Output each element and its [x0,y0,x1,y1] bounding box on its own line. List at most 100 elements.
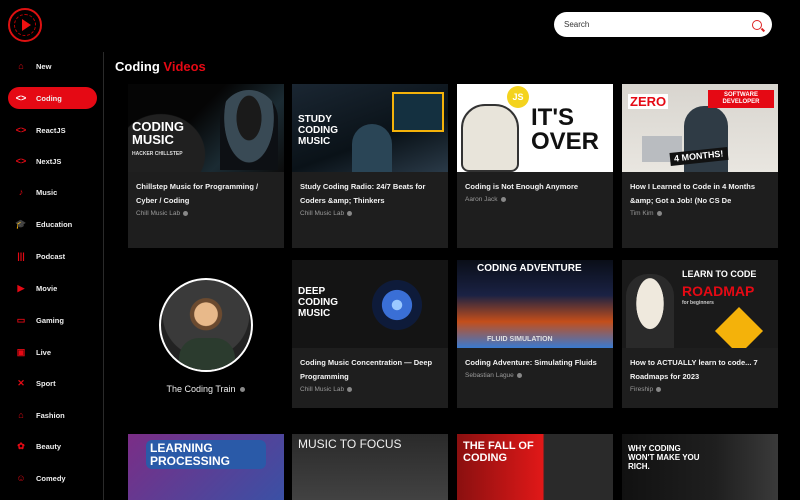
verified-icon [347,211,353,216]
sidebar-item-label: Podcast [36,251,66,261]
sidebar-item-label: Sport [36,378,56,388]
sidebar-item-new[interactable]: ⌂ New [8,55,97,77]
thumb-title: ZERO [628,94,669,109]
sidebar: ⌂ New <> Coding <> ReactJS <> NextJS ♪ Music 🎓 Educ… [0,52,104,500]
channel-name: Aaron Jack [465,196,498,203]
channel-name: Fireship [630,386,654,393]
video-channel[interactable]: Aaron Jack [465,196,605,203]
sidebar-item-beauty[interactable]: ✿ Beauty [8,435,97,457]
video-channel[interactable]: Chill Music Lab [136,210,276,217]
code-icon: <> [15,156,27,166]
video-card[interactable]: JS IT'S OVER Coding is Not Enough Anymor… [457,84,613,248]
thumb-title: DEEP CODING MUSIC [298,286,338,319]
video-thumbnail[interactable]: LEARNING PROCESSING [128,434,284,500]
channel-card-name[interactable]: The Coding Train [127,384,284,394]
home-icon: ⌂ [18,61,24,71]
search-input[interactable] [564,20,752,29]
thumb-subtitle: ROADMAP [682,283,755,299]
video-card[interactable]: CODING MUSIC HACKER CHILLSTEP Chillstep … [128,84,284,248]
channel-card[interactable]: The Coding Train [127,258,284,408]
video-channel[interactable]: Fireship [630,386,770,393]
live-tv-icon: ▣ [16,346,26,357]
sport-icon: ✕ [17,377,25,388]
music-note-icon: ♪ [18,187,24,197]
sidebar-item-education[interactable]: 🎓 Education [8,213,97,235]
search-bar[interactable] [554,12,772,37]
thumb-title: WHY CODING WON'T MAKE YOU RICH. [628,444,700,472]
video-card[interactable]: THE FALL OF CODING [457,434,613,500]
sidebar-item-fashion[interactable]: ⌂ Fashion [8,404,97,426]
sidebar-item-live[interactable]: ▣ Live [8,341,97,363]
video-title[interactable]: Coding Adventure: Simulating Fluids [465,356,605,370]
movie-icon: ▶ [17,282,25,293]
video-channel[interactable]: Chill Music Lab [300,210,440,217]
thumb-subtitle: FLUID SIMULATION [487,336,553,343]
video-card[interactable]: LEARN TO CODE ROADMAP for beginners How … [622,260,778,408]
search-icon[interactable] [752,19,762,30]
video-title[interactable]: Coding is Not Enough Anymore [465,180,605,194]
video-thumbnail[interactable]: DEEP CODING MUSIC [292,260,448,348]
channel-name: Sebastian Lague [465,372,514,379]
video-thumbnail[interactable]: WHY CODING WON'T MAKE YOU RICH. [622,434,778,500]
sidebar-item-gaming[interactable]: ▭ Gaming [8,309,97,331]
video-channel[interactable]: Tim Kim [630,210,770,217]
podcast-icon: ||| [17,251,25,261]
sidebar-item-comedy[interactable]: ☺ Comedy [8,467,97,489]
video-thumbnail[interactable]: ZERO SOFTWARE DEVELOPER 4 MONTHS! [622,84,778,172]
sidebar-item-coding[interactable]: <> Coding [8,87,97,109]
sidebar-item-label: Beauty [36,441,62,451]
verified-icon [516,373,522,378]
sidebar-item-label: Coding [36,93,62,103]
gamepad-icon: ▭ [16,314,26,325]
person-shape [352,124,392,172]
video-thumbnail[interactable]: CODING ADVENTURE FLUID SIMULATION [457,260,613,348]
comedy-icon: ☺ [16,473,26,483]
section-title-main: Coding [115,59,160,74]
video-thumbnail[interactable]: LEARN TO CODE ROADMAP for beginners [622,260,778,348]
sidebar-item-sport[interactable]: ✕ Sport [8,372,97,394]
video-card[interactable]: CODING ADVENTURE FLUID SIMULATION Coding… [457,260,613,408]
video-card[interactable]: DEEP CODING MUSIC Coding Music Concentra… [292,260,448,408]
sidebar-item-music[interactable]: ♪ Music [8,181,97,203]
video-channel[interactable]: Chill Music Lab [300,386,440,393]
video-title[interactable]: How to ACTUALLY learn to code... 7 Roadm… [630,356,770,384]
verified-icon [183,211,189,216]
channel-avatar[interactable] [159,278,253,372]
video-thumbnail[interactable]: THE FALL OF CODING [457,434,613,500]
sidebar-item-label: Comedy [36,473,66,483]
video-thumbnail[interactable]: STUDY CODING MUSIC [292,84,448,172]
character-face [626,274,674,348]
sidebar-item-nextjs[interactable]: <> NextJS [8,150,97,172]
video-channel[interactable]: Sebastian Lague [465,372,605,379]
sidebar-item-label: Live [36,347,52,357]
code-icon: <> [15,125,27,135]
video-card[interactable]: WHY CODING WON'T MAKE YOU RICH. [622,434,778,500]
thumb-title: LEARNING PROCESSING [146,440,266,470]
app-logo[interactable] [8,8,42,42]
video-thumbnail[interactable]: JS IT'S OVER [457,84,613,172]
video-title[interactable]: Chillstep Music for Programming / Cyber … [136,180,276,208]
video-card[interactable]: MUSIC TO FOCUS [292,434,448,500]
channel-name: Chill Music Lab [300,386,345,393]
thumb-label: SOFTWARE DEVELOPER [708,90,774,109]
thumb-title: CODING MUSIC [132,119,184,147]
sidebar-item-podcast[interactable]: ||| Podcast [8,245,97,267]
video-title[interactable]: Coding Music Concentration — Deep Progra… [300,356,440,384]
video-card[interactable]: STUDY CODING MUSIC Study Coding Radio: 2… [292,84,448,248]
sidebar-item-label: Movie [36,283,58,293]
video-card[interactable]: ZERO SOFTWARE DEVELOPER 4 MONTHS! How I … [622,84,778,248]
thumb-title: IT'S OVER [531,104,600,155]
video-title[interactable]: Study Coding Radio: 24/7 Beats for Coder… [300,180,440,208]
verified-icon [239,386,245,392]
sidebar-item-label: ReactJS [36,125,66,135]
video-thumbnail[interactable]: CODING MUSIC HACKER CHILLSTEP [128,84,284,172]
video-thumbnail[interactable]: MUSIC TO FOCUS [292,434,448,500]
verified-icon [656,211,662,216]
channel-name: Chill Music Lab [300,210,345,217]
sidebar-item-reactjs[interactable]: <> ReactJS [8,119,97,141]
video-card[interactable]: LEARNING PROCESSING [128,434,284,500]
sidebar-item-movie[interactable]: ▶ Movie [8,277,97,299]
thumb-title: THE FALL OF CODING [463,440,534,465]
thumb-title: STUDY CODING MUSIC [298,114,338,147]
video-title[interactable]: How I Learned to Code in 4 Months &amp; … [630,180,770,208]
